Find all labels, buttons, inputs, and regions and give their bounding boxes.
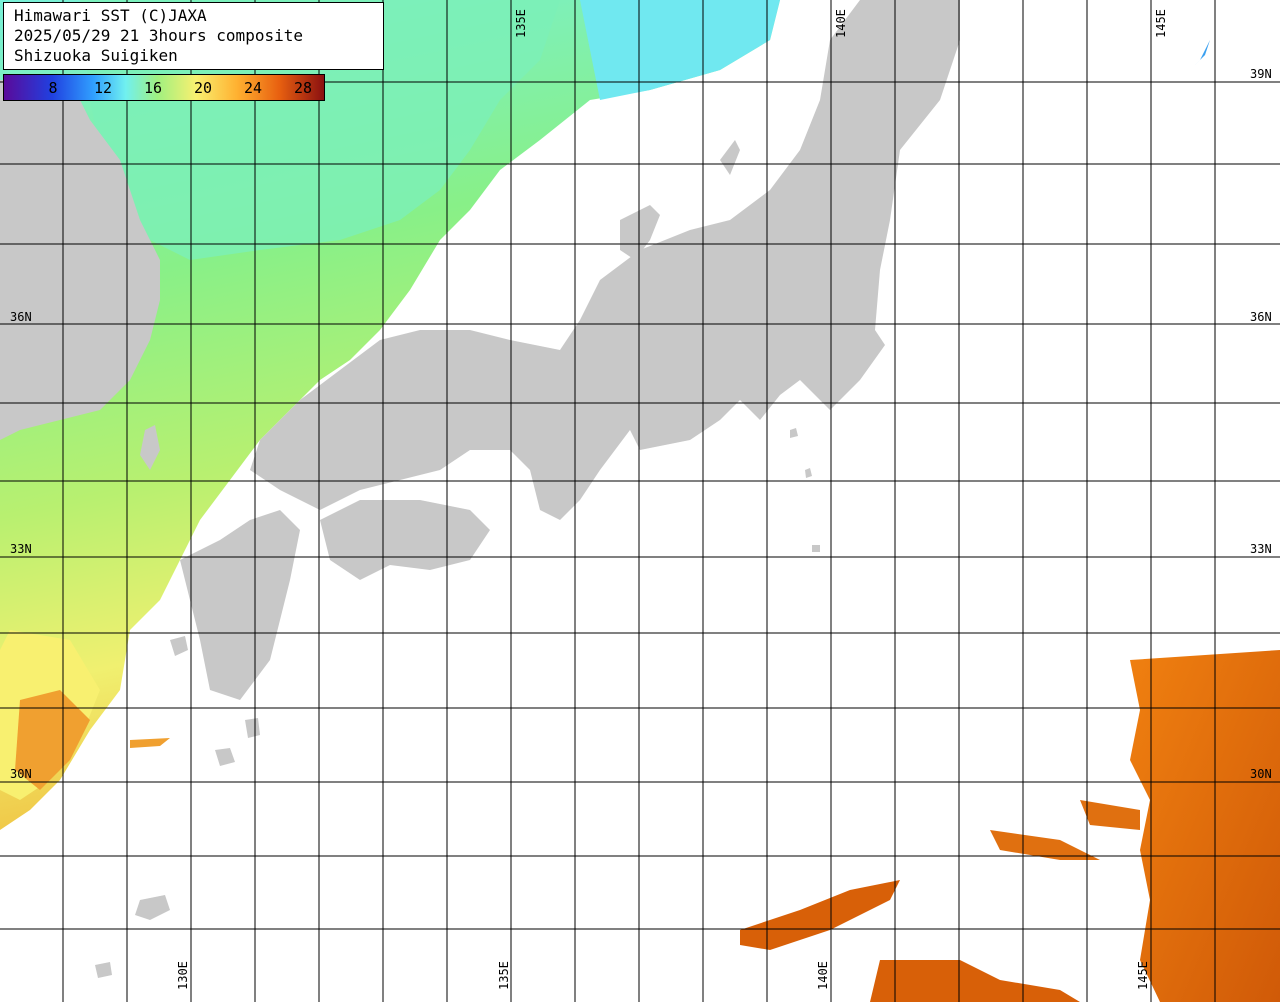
title-line-1: Himawari SST (C)JAXA xyxy=(14,6,207,25)
colorbar-tick: 8 xyxy=(48,79,58,97)
lon-label-145e-bottom: 145E xyxy=(1136,961,1150,990)
colorbar-tick: 28 xyxy=(293,79,313,97)
colorbar-tick: 12 xyxy=(93,79,113,97)
lon-label-140e-bottom: 140E xyxy=(816,961,830,990)
lon-label-140e-top: 140E xyxy=(834,9,848,38)
lon-label-130e-bottom: 130E xyxy=(176,961,190,990)
lat-label-33n-right: 33N xyxy=(1250,542,1272,556)
lon-label-135e-top: 135E xyxy=(514,9,528,38)
lat-label-36n-right: 36N xyxy=(1250,310,1272,324)
title-box: Himawari SST (C)JAXA 2025/05/29 21 3hour… xyxy=(3,2,384,70)
title-line-2: 2025/05/29 21 3hours composite xyxy=(14,26,303,45)
sst-colorbar: 8 12 16 20 24 28 xyxy=(3,74,325,101)
colorbar-tick: 16 xyxy=(143,79,163,97)
sst-map xyxy=(0,0,1280,1002)
colorbar-tick: 20 xyxy=(193,79,213,97)
title-line-3: Shizuoka Suigiken xyxy=(14,46,178,65)
lon-label-145e-top: 145E xyxy=(1154,9,1168,38)
lat-label-33n-left: 33N xyxy=(10,542,32,556)
lat-label-30n-left: 30N xyxy=(10,767,32,781)
lat-label-36n-left: 36N xyxy=(10,310,32,324)
colorbar-tick: 24 xyxy=(243,79,263,97)
lat-label-30n-right: 30N xyxy=(1250,767,1272,781)
lon-label-135e-bottom: 135E xyxy=(497,961,511,990)
lat-label-39n-right: 39N xyxy=(1250,67,1272,81)
